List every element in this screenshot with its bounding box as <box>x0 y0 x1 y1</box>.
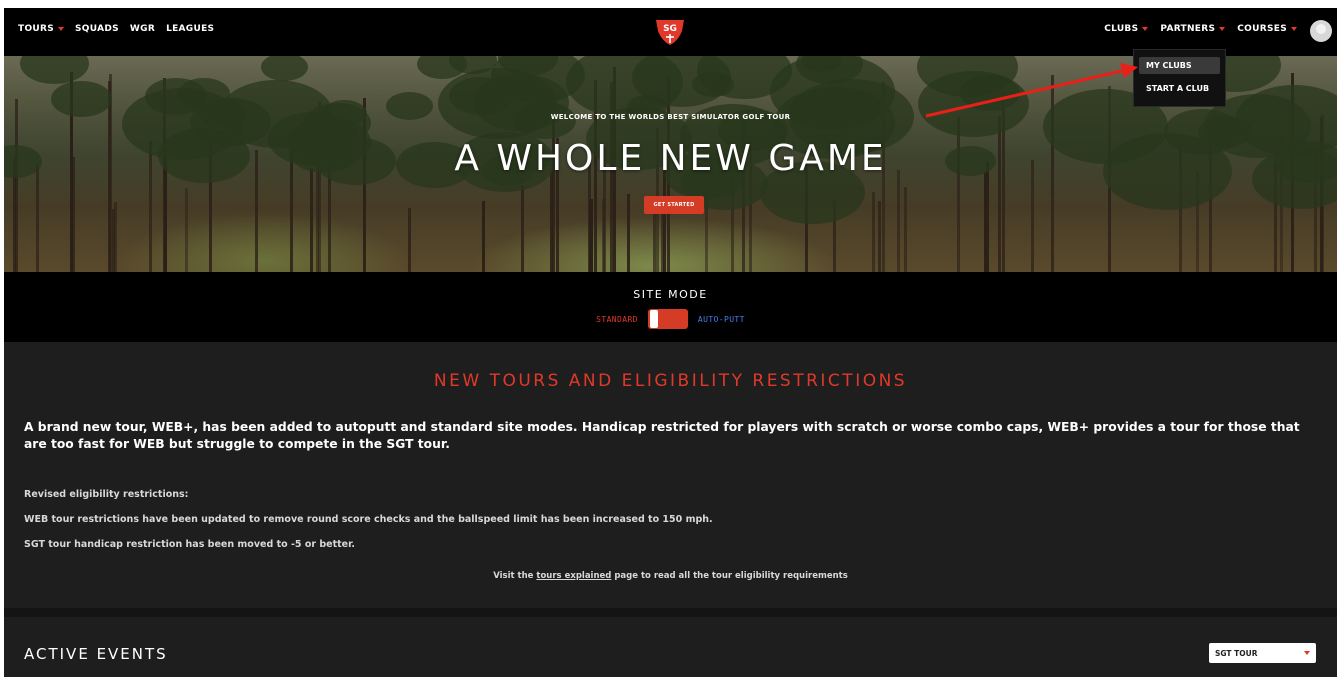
section-divider <box>4 608 1337 617</box>
announcement-section: NEW TOURS AND ELIGIBILITY RESTRICTIONS A… <box>4 342 1337 608</box>
active-events-title: ACTIVE EVENTS <box>24 645 168 663</box>
announcement-title: NEW TOURS AND ELIGIBILITY RESTRICTIONS <box>433 371 908 391</box>
tree-trunk <box>878 201 881 272</box>
tree-trunk <box>185 188 188 272</box>
chevron-down-icon <box>1142 27 1149 31</box>
tree-trunk <box>904 187 907 272</box>
tree-foliage <box>796 92 858 129</box>
nav-clubs[interactable]: CLUBS <box>1104 24 1149 34</box>
tree-foliage <box>261 56 308 81</box>
announcement-paragraph: WEB tour restrictions have been updated … <box>24 514 713 525</box>
tree-trunk <box>589 201 592 272</box>
tree-trunk <box>897 170 900 272</box>
autoputt-label: AUTO-PUTT <box>697 314 745 324</box>
site-mode-toggle-row: STANDARD AUTO-PUTT <box>4 309 1337 329</box>
site-mode-title: SITE MODE <box>633 288 708 301</box>
announcement-paragraph: SGT tour handicap restriction has been m… <box>24 539 356 550</box>
get-started-button[interactable]: GET STARTED <box>644 196 704 214</box>
nav-leagues[interactable]: LEAGUES <box>166 24 214 34</box>
standard-label: STANDARD <box>596 314 638 324</box>
nav-left: TOURS SQUADS WGR LEAGUES <box>18 24 214 34</box>
chevron-down-icon <box>1304 651 1310 655</box>
nav-courses[interactable]: COURSES <box>1237 24 1297 34</box>
tree-foliage <box>178 78 230 109</box>
tree-trunk <box>36 164 39 272</box>
tours-explained-link[interactable]: tours explained <box>536 571 611 581</box>
site-mode-toggle[interactable] <box>647 309 688 329</box>
announcement-footer: Visit the tours explained page to read a… <box>493 571 848 581</box>
tree-trunk <box>627 194 630 272</box>
nav-right: CLUBS PARTNERS COURSES <box>1104 24 1297 34</box>
nav-squads[interactable]: SQUADS <box>75 24 119 34</box>
tree-trunk <box>310 168 313 272</box>
nav-partners[interactable]: PARTNERS <box>1160 24 1226 34</box>
tree-trunk <box>15 99 18 272</box>
toggle-knob <box>649 310 658 328</box>
tree-foliage <box>51 81 112 117</box>
tree-foliage <box>473 74 569 131</box>
chevron-down-icon <box>1291 27 1297 31</box>
announcement-paragraph: Revised eligibility restrictions: <box>24 489 189 500</box>
nav-tours[interactable]: TOURS <box>18 24 65 34</box>
avatar[interactable] <box>1310 20 1332 42</box>
tree-trunk <box>408 208 411 272</box>
chevron-down-icon <box>58 27 65 31</box>
tour-select[interactable]: SGT TOUR <box>1209 643 1316 663</box>
chevron-down-icon <box>1219 27 1226 31</box>
tree-trunk <box>521 185 524 272</box>
logo-text: SG <box>663 24 677 34</box>
hero-title: A WHOLE NEW GAME <box>454 138 887 179</box>
tree-trunk <box>114 202 117 272</box>
annotation-arrow-icon <box>925 63 1138 118</box>
page: TOURS SQUADS WGR LEAGUES SG CLUBS PARTNE… <box>4 8 1337 677</box>
sgt-logo-icon[interactable]: SG <box>654 17 686 47</box>
announcement-lead: A brand new tour, WEB+, has been added t… <box>24 420 1300 451</box>
tree-trunk <box>872 192 875 272</box>
tree-trunk <box>482 201 485 272</box>
site-mode-section: SITE MODE STANDARD AUTO-PUTT <box>4 272 1337 342</box>
active-events-section: ACTIVE EVENTS SGT TOUR <box>4 617 1337 677</box>
tree-trunk <box>661 205 664 272</box>
nav-wgr[interactable]: WGR <box>130 24 155 34</box>
tree-foliage <box>20 56 89 84</box>
